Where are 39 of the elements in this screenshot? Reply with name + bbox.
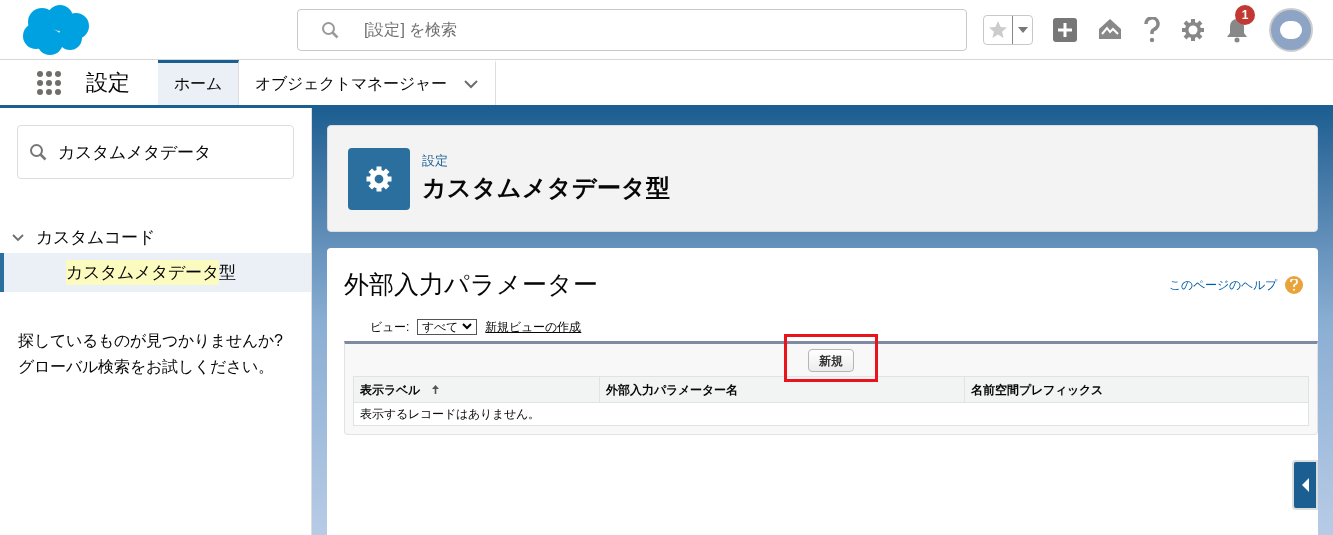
hint-text: グローバル検索をお試しください。 [18, 357, 275, 377]
search-icon [321, 20, 339, 39]
chevron-down-icon [462, 323, 473, 330]
tree-group[interactable]: カスタムコード [0, 223, 311, 253]
section-title: 外部入力パラメーター [344, 269, 598, 300]
app-launcher-icon[interactable] [36, 69, 62, 96]
breadcrumb-link[interactable]: 設定 [422, 150, 670, 171]
plus-icon[interactable] [1053, 17, 1077, 42]
view-label: ビュー: [370, 318, 410, 336]
search-icon [29, 143, 47, 161]
column-header[interactable]: 名前空間プレフィックス [964, 377, 1308, 402]
gear-icon [348, 147, 410, 210]
column-header[interactable]: 表示ラベル [354, 377, 599, 402]
app-name: 設定 [86, 69, 130, 97]
tree-item[interactable]: カスタムメタデータ型 [0, 253, 311, 292]
cloud-logo [20, 3, 92, 56]
caret-icon [1017, 26, 1028, 33]
collapse-panel-tab[interactable] [1292, 460, 1318, 510]
empty-message: 表示するレコードはありません。 [359, 406, 541, 423]
nav-tab[interactable]: ホーム [158, 60, 239, 105]
favorites-button[interactable] [983, 14, 1033, 45]
page-title: カスタムメタデータ型 [422, 173, 670, 204]
sidebar-search-field[interactable]: カスタムメタデータ [17, 125, 294, 179]
column-header[interactable]: 外部入力パラメーター名 [599, 377, 964, 402]
view-select[interactable]: すべて [417, 318, 478, 335]
new-button[interactable]: 新規 [808, 349, 854, 372]
caret-left-icon [1301, 478, 1309, 492]
hint-text: 探しているものが見つかりませんか? [18, 331, 284, 351]
chevron-icon [12, 234, 24, 242]
chevron-down-icon[interactable] [463, 79, 479, 89]
new-view-link[interactable]: 新規ビューの作成 [485, 317, 582, 336]
settings-icon[interactable] [1181, 17, 1205, 42]
help-icon[interactable] [1143, 16, 1161, 43]
notification-badge: 1 [1235, 4, 1255, 25]
avatar[interactable] [1269, 7, 1313, 52]
help-icon[interactable] [1285, 275, 1303, 294]
nav-tab[interactable]: オブジェクトマネージャー [239, 60, 496, 105]
help-link[interactable]: このページのヘルプ [1169, 275, 1277, 294]
search-field[interactable]: [設定] を検索 [297, 8, 967, 51]
